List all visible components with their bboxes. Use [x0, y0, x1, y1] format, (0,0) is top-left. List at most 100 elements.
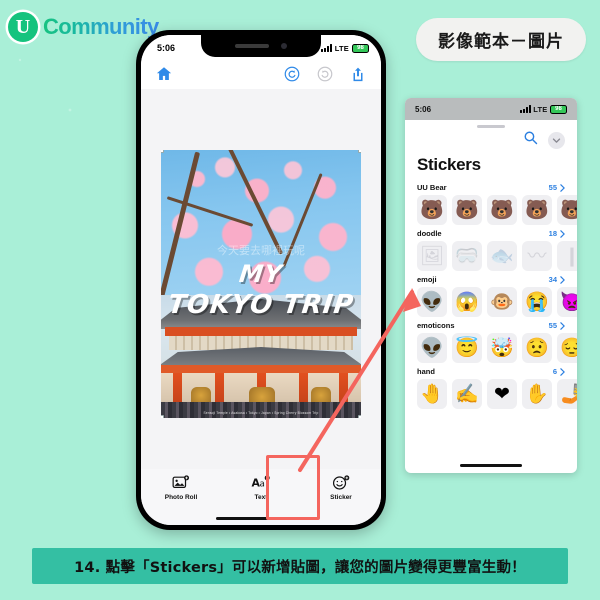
sticker-item[interactable]: 🐻: [452, 195, 482, 225]
category-header-hand[interactable]: hand 6: [405, 363, 577, 379]
phone-notch: [201, 35, 321, 57]
share-button[interactable]: [349, 65, 367, 83]
selection-handle[interactable]: [161, 150, 164, 153]
photo-roll-icon: [172, 475, 189, 488]
battery-level: 98: [357, 45, 364, 51]
sticker-item[interactable]: ✋: [522, 379, 552, 409]
sticker-status-bar: 5:06 LTE 98: [405, 98, 577, 120]
category-name: UU Bear: [417, 183, 447, 192]
phone-screen: 5:06 LTE 98 今天要去哪裡玩呢 MY TOKYO TRIP Senso…: [141, 35, 381, 525]
category-header-emoji[interactable]: emoji 34: [405, 271, 577, 287]
share-icon: [353, 67, 363, 82]
canvas-title-line1[interactable]: MY: [238, 260, 285, 288]
sticker-item[interactable]: 👽: [417, 287, 447, 317]
sticker-item[interactable]: 🐻: [522, 195, 552, 225]
sticker-status-time: 5:06: [415, 104, 432, 114]
sticker-icon: [332, 475, 350, 490]
network-label: LTE: [334, 43, 349, 53]
sticker-button-highlight: [266, 455, 320, 520]
category-header-emoticons[interactable]: emoticons 55: [405, 317, 577, 333]
image-canvas[interactable]: 今天要去哪裡玩呢 MY TOKYO TRIP Sensoji Temple • …: [161, 150, 361, 418]
category-count: 55: [548, 321, 557, 330]
canvas-ghost-text[interactable]: 今天要去哪裡玩呢: [217, 242, 305, 258]
phone-mockup: 5:06 LTE 98 今天要去哪裡玩呢 MY TOKYO TRIP Senso…: [136, 30, 386, 530]
undo-button[interactable]: [283, 65, 301, 83]
redo-button[interactable]: [316, 65, 334, 83]
category-header-doodle[interactable]: doodle 18: [405, 225, 577, 241]
selection-handle[interactable]: [358, 150, 361, 153]
category-name: hand: [417, 367, 435, 376]
category-count: 34: [548, 275, 557, 284]
category-name: emoji: [417, 275, 437, 284]
sticker-item[interactable]: 😭: [522, 287, 552, 317]
sticker-status-indicators: LTE 98: [519, 104, 567, 114]
sticker-item[interactable]: 🐻: [417, 195, 447, 225]
category-name: emoticons: [417, 321, 455, 330]
sticker-item[interactable]: 〰: [522, 241, 552, 271]
category-count-link[interactable]: 6: [553, 367, 565, 376]
instruction-caption: 14. 點擊「Stickers」可以新增貼圖，讓您的圖片變得更豐富生動！: [32, 548, 568, 584]
network-label: LTE: [533, 104, 548, 114]
sticker-panel-screen: 5:06 LTE 98 Stickers UU Bear 55 🐻 🐻 🐻 🐻 …: [405, 98, 577, 473]
sticker-item[interactable]: 🤚: [417, 379, 447, 409]
category-count-link[interactable]: 18: [549, 229, 565, 238]
sticker-row-doodle: 🖼 🥽 🐟 〰 ❙: [405, 241, 577, 271]
sticker-row-uu-bear: 🐻 🐻 🐻 🐻 🐻: [405, 195, 577, 225]
sticker-item[interactable]: 👽: [417, 333, 447, 363]
selection-handle[interactable]: [161, 415, 164, 418]
sticker-item[interactable]: 😇: [452, 333, 482, 363]
sticker-item[interactable]: ❙: [557, 241, 577, 271]
tool-label: Photo Roll: [164, 494, 198, 501]
sticker-item[interactable]: 🐟: [487, 241, 517, 271]
sticker-item[interactable]: ✍: [452, 379, 482, 409]
sticker-item[interactable]: 😔: [557, 333, 577, 363]
signal-icon: [519, 105, 531, 113]
canvas-title-line2[interactable]: TOKYO TRIP: [166, 290, 355, 320]
collapse-button[interactable]: [548, 131, 565, 149]
sticker-row-emoji: 👽 😱 🐵 😭 👿: [405, 287, 577, 317]
tool-label: Sticker: [330, 494, 352, 501]
battery-level: 98: [555, 106, 562, 112]
earpiece-speaker: [235, 44, 269, 48]
sticker-item[interactable]: 🐻: [557, 195, 577, 225]
category-count-link[interactable]: 55: [549, 321, 565, 330]
sticker-item[interactable]: 👿: [557, 287, 577, 317]
sticker-item[interactable]: 😟: [522, 333, 552, 363]
category-count: 6: [552, 367, 557, 376]
sticker-item[interactable]: 🤯: [487, 333, 517, 363]
sticker-row-hand: 🤚 ✍ ❤ ✋ 🤳: [405, 379, 577, 409]
search-icon: [524, 131, 538, 145]
undo-icon: [284, 66, 300, 82]
home-indicator: [460, 464, 522, 467]
category-header-uu-bear[interactable]: UU Bear 55: [405, 179, 577, 195]
home-button[interactable]: [155, 65, 173, 83]
sticker-item[interactable]: 🥽: [452, 241, 482, 271]
sticker-item[interactable]: 🐻: [487, 195, 517, 225]
template-type-badge: 影像範本－圖片: [416, 18, 586, 61]
sticker-item[interactable]: 🖼: [417, 241, 447, 271]
search-button[interactable]: [523, 130, 538, 150]
home-icon: [156, 67, 172, 80]
chevron-down-icon: [552, 137, 561, 143]
canvas-footer-note: Sensoji Temple • Asakusa • Tokyo • Japan…: [203, 411, 319, 415]
brand-logo: U Community: [8, 12, 159, 42]
page-root: U Community 影像範本－圖片 5:06 LTE 98 今天要去哪裡玩呢…: [0, 0, 600, 600]
category-count-link[interactable]: 34: [549, 275, 565, 284]
toolbar-actions: [283, 65, 367, 83]
sticker-item[interactable]: 😱: [452, 287, 482, 317]
sticker-panel-title: Stickers: [417, 155, 481, 174]
sticker-item[interactable]: ❤: [487, 379, 517, 409]
chevron-right-icon: [560, 229, 565, 238]
tool-photo-roll[interactable]: Photo Roll: [155, 475, 207, 501]
category-name: doodle: [417, 229, 442, 238]
brand-u-mark: U: [8, 12, 38, 42]
category-count-link[interactable]: 55: [549, 183, 565, 192]
chevron-right-icon: [560, 275, 565, 284]
selection-handle[interactable]: [358, 415, 361, 418]
sticker-item[interactable]: 🐵: [487, 287, 517, 317]
sticker-item[interactable]: 🤳: [557, 379, 577, 409]
chevron-right-icon: [560, 321, 565, 330]
tool-sticker[interactable]: Sticker: [315, 475, 367, 501]
svg-text:a: a: [260, 480, 265, 490]
category-count: 55: [548, 183, 557, 192]
